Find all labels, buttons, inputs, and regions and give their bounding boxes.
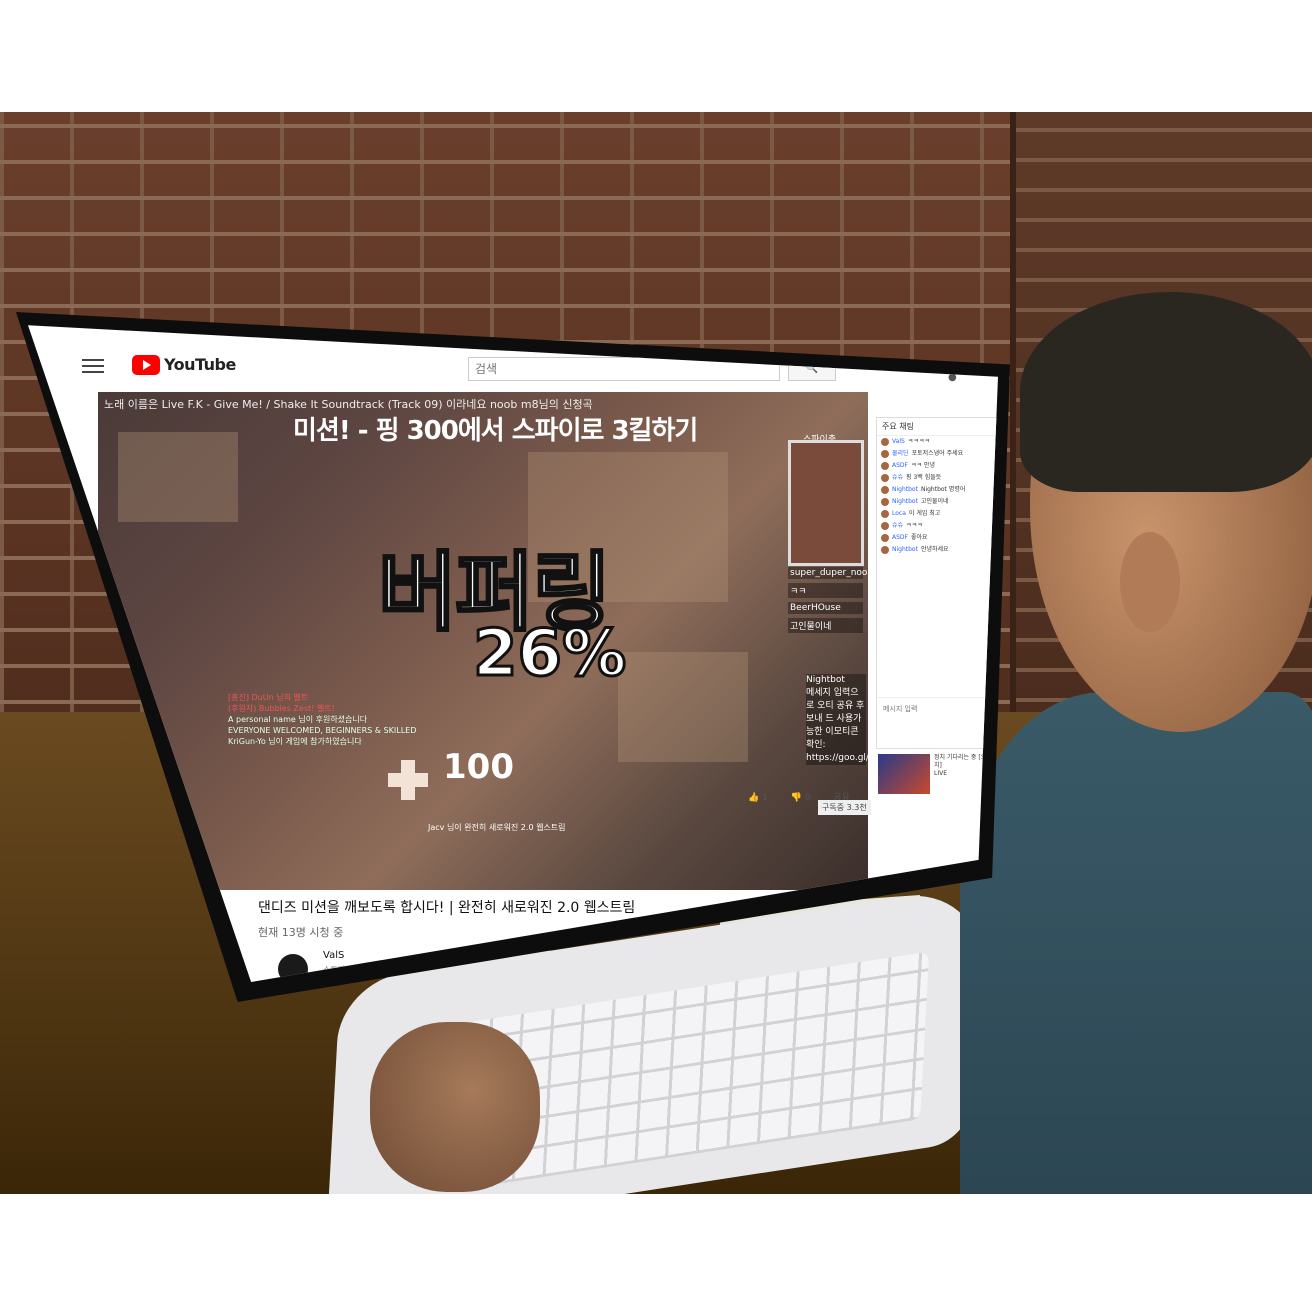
stream-chat-msg: ㅋㅋ [788, 583, 863, 598]
chat-avatar [881, 486, 889, 494]
hamburger-menu-icon[interactable] [82, 359, 104, 373]
video-thumbnail[interactable] [878, 754, 930, 794]
chat-avatar [881, 546, 889, 554]
chat-message: Nightbot 안녕하세요 [877, 544, 998, 556]
chat-avatar [881, 474, 889, 482]
search-input[interactable] [469, 359, 761, 379]
chat-input-hint[interactable]: 메시지 입력 [883, 704, 917, 714]
chat-text: 이 게임 최고 [908, 510, 941, 517]
like-count: 1 [762, 793, 768, 803]
chat-message: 물리딘 포토저스냉어 주세요 [877, 448, 998, 460]
video-title: 댄디즈 미션을 깨보도록 합시다! | 완전히 새로워진 2.0 웹스트림 [258, 900, 636, 916]
chat-avatar [881, 462, 889, 470]
chat-text: ㅋㅋㅋㅋ [907, 438, 930, 445]
stream-chat-user: super_duper_noob_m8 [788, 567, 868, 579]
nightbot-text: 메세지 입력으로 오티 공유 후 보내 드 사용가능한 이모티콘 확인: htt… [806, 688, 868, 763]
nightbot-message: Nightbot 메세지 입력으로 오티 공유 후 보내 드 사용가능한 이모티… [806, 674, 868, 765]
chat-message: ValS ㅋㅋㅋㅋ [877, 436, 998, 448]
game-chat-line: (후원자) Bubbles Zest! 벨트! [228, 704, 335, 713]
monitor: YouTube 🔍 ▣ ▦ ✉ ● 노래 이름은 Live F.K - Give… [16, 312, 1010, 1002]
overlay-mission-title: 미션! - 핑 300에서 스파이로 3킬하기 [293, 416, 698, 446]
chat-text: ㅋㅋㅋ [906, 522, 923, 529]
chat-text: 포토저스냉어 주세요 [911, 450, 964, 457]
stream-chat-overlay: super_duper_noob_m8 ㅋㅋ BeerHOuse 고인물이네 [788, 567, 868, 637]
dislike-count: 0 [804, 793, 811, 803]
chat-text: 핑 3백 힘들듯 [906, 474, 942, 481]
chat-message: Loca 이 게임 최고 [877, 508, 998, 520]
chat-user[interactable]: Nightbot [892, 498, 918, 506]
stream-chat-user: BeerHOuse [788, 602, 863, 614]
person-character [960, 292, 1312, 1194]
like-button[interactable]: 👍 1 [748, 793, 778, 803]
video-player[interactable]: 노래 이름은 Live F.K - Give Me! / Shake It So… [98, 392, 868, 890]
chat-message: 슈슈 핑 3백 힘들듯 [877, 472, 998, 484]
chat-user[interactable]: 슈슈 [892, 474, 903, 482]
chat-avatar [881, 522, 889, 530]
chat-avatar [881, 534, 889, 542]
up-next-video[interactable]: 정치 기다리는 중 [오버워치] LIVE [878, 754, 998, 814]
person-hair [1020, 292, 1312, 492]
game-chat-line: KriGun-Yo 님이 게임에 참가하였습니다 [228, 737, 362, 746]
pixelated-block [618, 652, 748, 762]
chat-avatar [881, 498, 889, 506]
game-chat-line: EVERYONE WELCOMED, BEGINNERS & SKILLED [228, 726, 417, 735]
chat-user[interactable]: 물리딘 [892, 450, 909, 458]
game-chat-line: [흥진] DuUn 님의 벨트 [228, 693, 309, 702]
chat-user[interactable]: Nightbot [892, 486, 918, 494]
chat-avatar [881, 510, 889, 518]
person-ear [1120, 532, 1180, 632]
chat-message: ASDF 좋아요 [877, 532, 998, 544]
chat-user[interactable]: Loca [892, 510, 906, 518]
pixelated-block [118, 432, 238, 522]
chat-text: 고인물이네 [920, 498, 949, 505]
chat-user[interactable]: ASDF [892, 462, 908, 470]
chat-user[interactable]: 슈슈 [892, 522, 903, 530]
dislike-button[interactable]: 👎 0 [791, 793, 821, 803]
chat-avatar [881, 450, 889, 458]
donation-line: Jacv 님이 완전히 새로워진 2.0 웹스트림 [428, 823, 566, 832]
game-chat: [흥진] DuUn 님의 벨트 (후원자) Bubbles Zest! 벨트! … [228, 692, 498, 747]
game-chat-line: A personal name 님이 후원하셨습니다 [228, 715, 368, 724]
youtube-logo-icon[interactable] [132, 355, 160, 375]
chat-text: 좋아요 [910, 534, 928, 541]
youtube-logo-text[interactable]: YouTube [164, 355, 236, 374]
spy-character-cam [788, 440, 864, 566]
subscribe-button[interactable]: 구독중 3.3천 [818, 800, 871, 815]
chat-text: Nightbot 명령어 [920, 486, 966, 493]
chat-avatar [881, 438, 889, 446]
view-count: 현재 13명 시청 중 [258, 926, 344, 939]
left-hand [370, 1022, 540, 1192]
stream-chat-msg: 고인물이네 [788, 618, 863, 633]
chat-user[interactable]: ASDF [892, 534, 908, 542]
chat-message: Nightbot Nightbot 명령어 [877, 484, 998, 496]
health-cross-icon [388, 760, 428, 800]
live-chat-header[interactable]: 주요 채팅 [877, 418, 998, 436]
chat-text: ㅋㅋ 안녕 [910, 462, 935, 469]
chat-user[interactable]: ValS [892, 438, 905, 446]
chat-user[interactable]: Nightbot [892, 546, 918, 554]
buffering-percent: 26% [471, 616, 627, 693]
channel-name[interactable]: ValS [323, 950, 344, 961]
person-torso [960, 692, 1312, 1194]
nightbot-user: Nightbot [806, 675, 845, 685]
chat-message: Nightbot 고인물이네 [877, 496, 998, 508]
health-value: 100 [443, 747, 514, 787]
chat-text: 안녕하세요 [920, 546, 949, 553]
chat-message: ASDF ㅋㅋ 안녕 [877, 460, 998, 472]
chat-message: 슈슈 ㅋㅋㅋ [877, 520, 998, 532]
